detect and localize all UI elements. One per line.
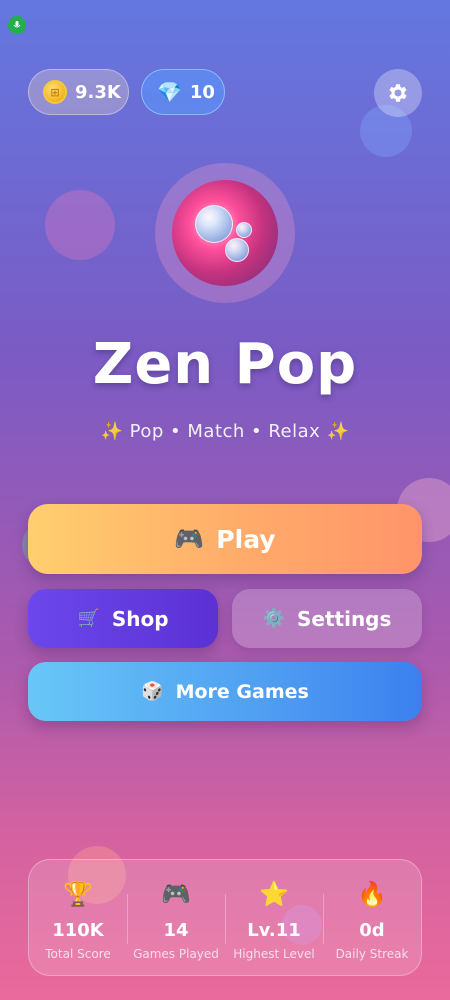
stat-label: Total Score xyxy=(45,947,111,961)
bubble-icon xyxy=(195,205,233,243)
stat-value: 0d xyxy=(359,920,385,941)
gem-count: 10 xyxy=(189,81,215,103)
gamepad-icon: 🎮 xyxy=(161,880,191,908)
fire-icon: 🔥 xyxy=(357,880,387,908)
coin-count: 9.3K xyxy=(75,81,121,103)
gem-icon: 💎 xyxy=(157,80,182,104)
decorative-bubble xyxy=(45,190,115,260)
settings-label: Settings xyxy=(297,606,392,631)
microphone-indicator-icon xyxy=(8,16,26,34)
gear-icon: ⚙️ xyxy=(262,607,285,629)
settings-button[interactable]: ⚙️ Settings xyxy=(232,589,422,648)
gem-balance[interactable]: 💎 10 xyxy=(141,69,225,115)
coin-balance[interactable]: ⊞ 9.3K xyxy=(28,69,129,115)
gamepad-icon: 🎮 xyxy=(174,525,205,553)
stat-value: Lv.11 xyxy=(247,920,301,941)
play-button[interactable]: 🎮 Play xyxy=(28,504,422,574)
bubble-icon xyxy=(236,222,252,238)
stat-value: 14 xyxy=(163,920,189,941)
more-games-label: More Games xyxy=(175,680,309,703)
gear-icon xyxy=(389,84,407,102)
coin-icon: ⊞ xyxy=(43,80,67,104)
stat-value: 110K xyxy=(52,920,104,941)
dice-icon: 🎲 xyxy=(141,680,164,702)
game-tagline: ✨ Pop • Match • Relax ✨ xyxy=(100,421,350,442)
stat-games-played: 🎮 14 Games Played xyxy=(127,860,225,975)
bubble-icon xyxy=(225,238,249,262)
shop-button[interactable]: 🛒 Shop xyxy=(28,589,218,648)
stats-panel: 🏆 110K Total Score 🎮 14 Games Played ⭐ L… xyxy=(28,859,422,976)
settings-gear-button[interactable] xyxy=(374,69,422,117)
stat-label: Daily Streak xyxy=(335,947,409,961)
star-icon: ⭐ xyxy=(259,880,289,908)
stat-label: Highest Level xyxy=(233,947,315,961)
more-games-button[interactable]: 🎲 More Games xyxy=(28,662,422,721)
shop-label: Shop xyxy=(111,606,169,631)
trophy-icon: 🏆 xyxy=(63,880,93,908)
game-title: Zen Pop xyxy=(92,332,358,397)
stat-highest-level: ⭐ Lv.11 Highest Level xyxy=(225,860,323,975)
cart-icon: 🛒 xyxy=(77,607,100,629)
stat-daily-streak: 🔥 0d Daily Streak xyxy=(323,860,421,975)
stat-label: Games Played xyxy=(133,947,219,961)
stat-total-score: 🏆 110K Total Score xyxy=(29,860,127,975)
play-label: Play xyxy=(216,524,276,554)
